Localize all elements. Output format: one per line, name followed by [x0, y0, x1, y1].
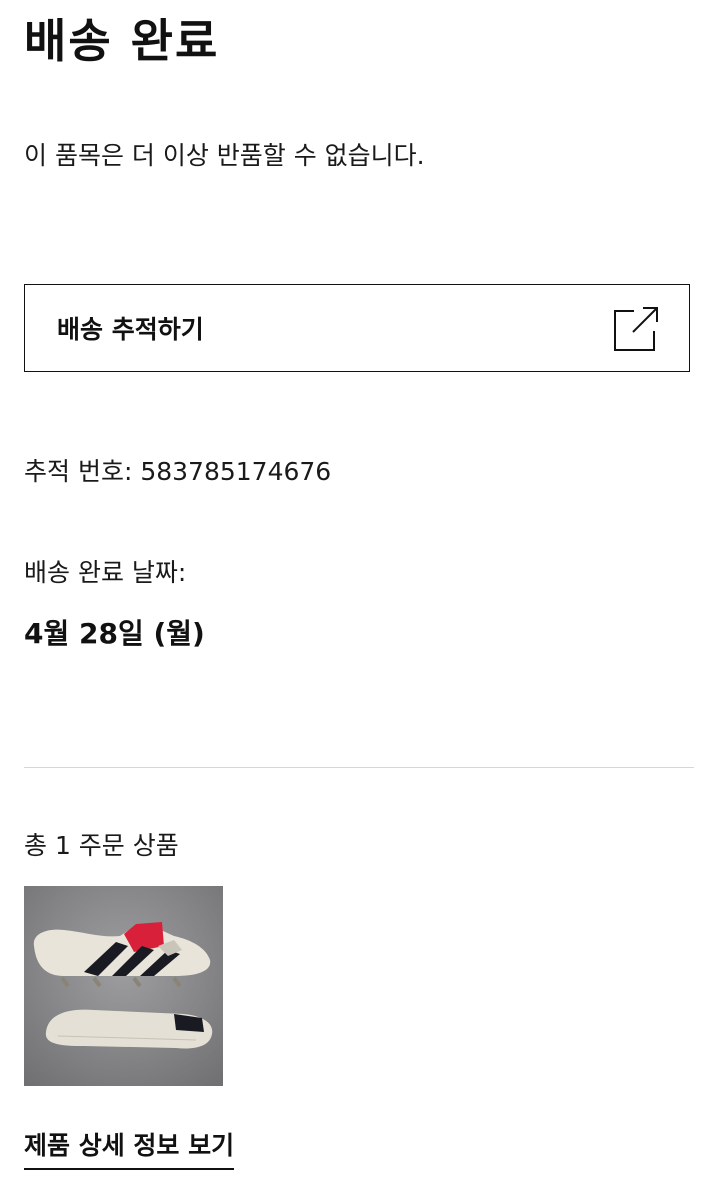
track-shipment-button[interactable]: 배송 추적하기	[24, 284, 690, 372]
delivery-date-value: 4월 28일 (월)	[24, 617, 205, 650]
page-title: 배송 완료	[24, 14, 220, 68]
product-detail-link[interactable]: 제품 상세 정보 보기	[24, 1126, 235, 1170]
return-notice: 이 품목은 더 이상 반품할 수 없습니다.	[24, 141, 425, 170]
external-link-icon	[613, 306, 659, 352]
divider	[24, 767, 694, 768]
product-thumbnail[interactable]	[24, 886, 223, 1086]
tracking-number-label: 추적 번호:	[24, 457, 133, 486]
tracking-number-row: 추적 번호: 583785174676	[24, 452, 331, 488]
track-shipment-label: 배송 추적하기	[57, 315, 204, 344]
tracking-number-value: 583785174676	[140, 457, 332, 486]
delivery-date-label: 배송 완료 날짜:	[24, 558, 187, 587]
order-item-count: 총 1 주문 상품	[24, 831, 179, 860]
